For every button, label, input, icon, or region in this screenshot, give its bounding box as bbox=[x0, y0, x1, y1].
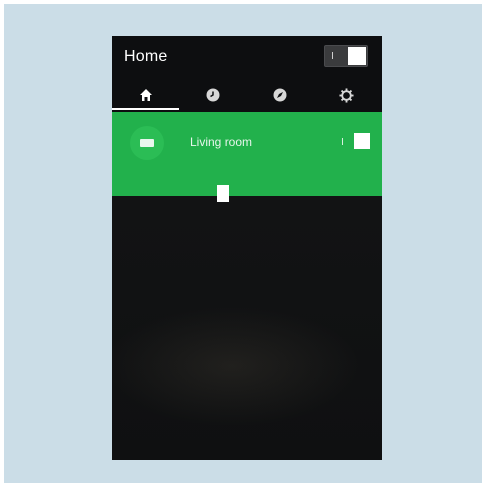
lamp-icon bbox=[130, 126, 164, 160]
gear-icon bbox=[339, 87, 354, 103]
toggle-thumb[interactable] bbox=[354, 133, 370, 149]
tab-settings[interactable] bbox=[313, 78, 380, 112]
room-toggle[interactable] bbox=[336, 133, 370, 151]
compass-icon bbox=[273, 88, 287, 102]
tab-timers[interactable] bbox=[179, 78, 246, 112]
room-name: Living room bbox=[190, 135, 253, 149]
toggle-thumb[interactable] bbox=[348, 47, 366, 65]
toggle-on-mark bbox=[332, 52, 333, 59]
room-card[interactable]: Living room bbox=[112, 112, 382, 202]
page-title: Home bbox=[124, 48, 168, 65]
tab-bar bbox=[112, 78, 382, 112]
lamp-shape bbox=[140, 139, 154, 147]
tab-home[interactable] bbox=[112, 78, 179, 112]
tab-explore[interactable] bbox=[246, 78, 313, 112]
title-bar: Home bbox=[112, 36, 382, 78]
drag-handle[interactable] bbox=[217, 185, 229, 202]
screenshot-frame: Home Living room bbox=[4, 4, 482, 483]
toggle-on-mark bbox=[342, 138, 343, 145]
master-toggle[interactable] bbox=[324, 45, 368, 67]
clock-icon bbox=[206, 88, 220, 102]
app-screen: Home Living room bbox=[112, 36, 382, 460]
home-icon bbox=[139, 88, 153, 102]
